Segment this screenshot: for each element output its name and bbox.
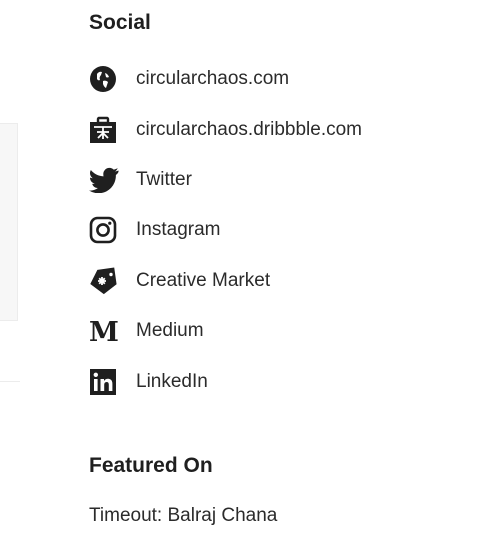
social-link-creative-market[interactable]: Creative Market — [89, 256, 362, 306]
svg-text:M: M — [89, 318, 119, 344]
page: Social circularchaos.com circularchaos.d… — [0, 0, 500, 540]
social-link-instagram[interactable]: Instagram — [89, 205, 362, 255]
social-link-label: circularchaos.dribbble.com — [136, 118, 362, 140]
featured-item[interactable]: Timeout: Balraj Chana — [89, 505, 277, 527]
twitter-icon — [89, 165, 119, 195]
instagram-icon — [89, 215, 119, 245]
social-link-label: Creative Market — [136, 269, 271, 291]
linkedin-icon — [89, 367, 119, 397]
dribbble-briefcase-icon — [89, 115, 119, 145]
social-link-medium[interactable]: M Medium — [89, 306, 362, 356]
social-links-list: circularchaos.com circularchaos.dribbble… — [89, 54, 362, 407]
social-link-label: LinkedIn — [136, 370, 208, 392]
price-tag-icon — [89, 266, 119, 296]
social-link-twitter[interactable]: Twitter — [89, 155, 362, 205]
social-link-dribbble[interactable]: circularchaos.dribbble.com — [89, 104, 362, 154]
medium-icon: M — [89, 316, 119, 346]
featured-on-heading: Featured On — [89, 454, 213, 477]
social-link-label: Medium — [136, 320, 204, 342]
social-link-label: Twitter — [136, 168, 192, 190]
adjacent-panel-edge — [0, 123, 18, 321]
divider — [0, 381, 20, 382]
social-heading: Social — [89, 11, 151, 34]
social-link-label: Instagram — [136, 219, 221, 241]
globe-icon — [89, 64, 119, 94]
social-link-website[interactable]: circularchaos.com — [89, 54, 362, 104]
social-link-label: circularchaos.com — [136, 68, 290, 90]
social-link-linkedin[interactable]: LinkedIn — [89, 356, 362, 406]
